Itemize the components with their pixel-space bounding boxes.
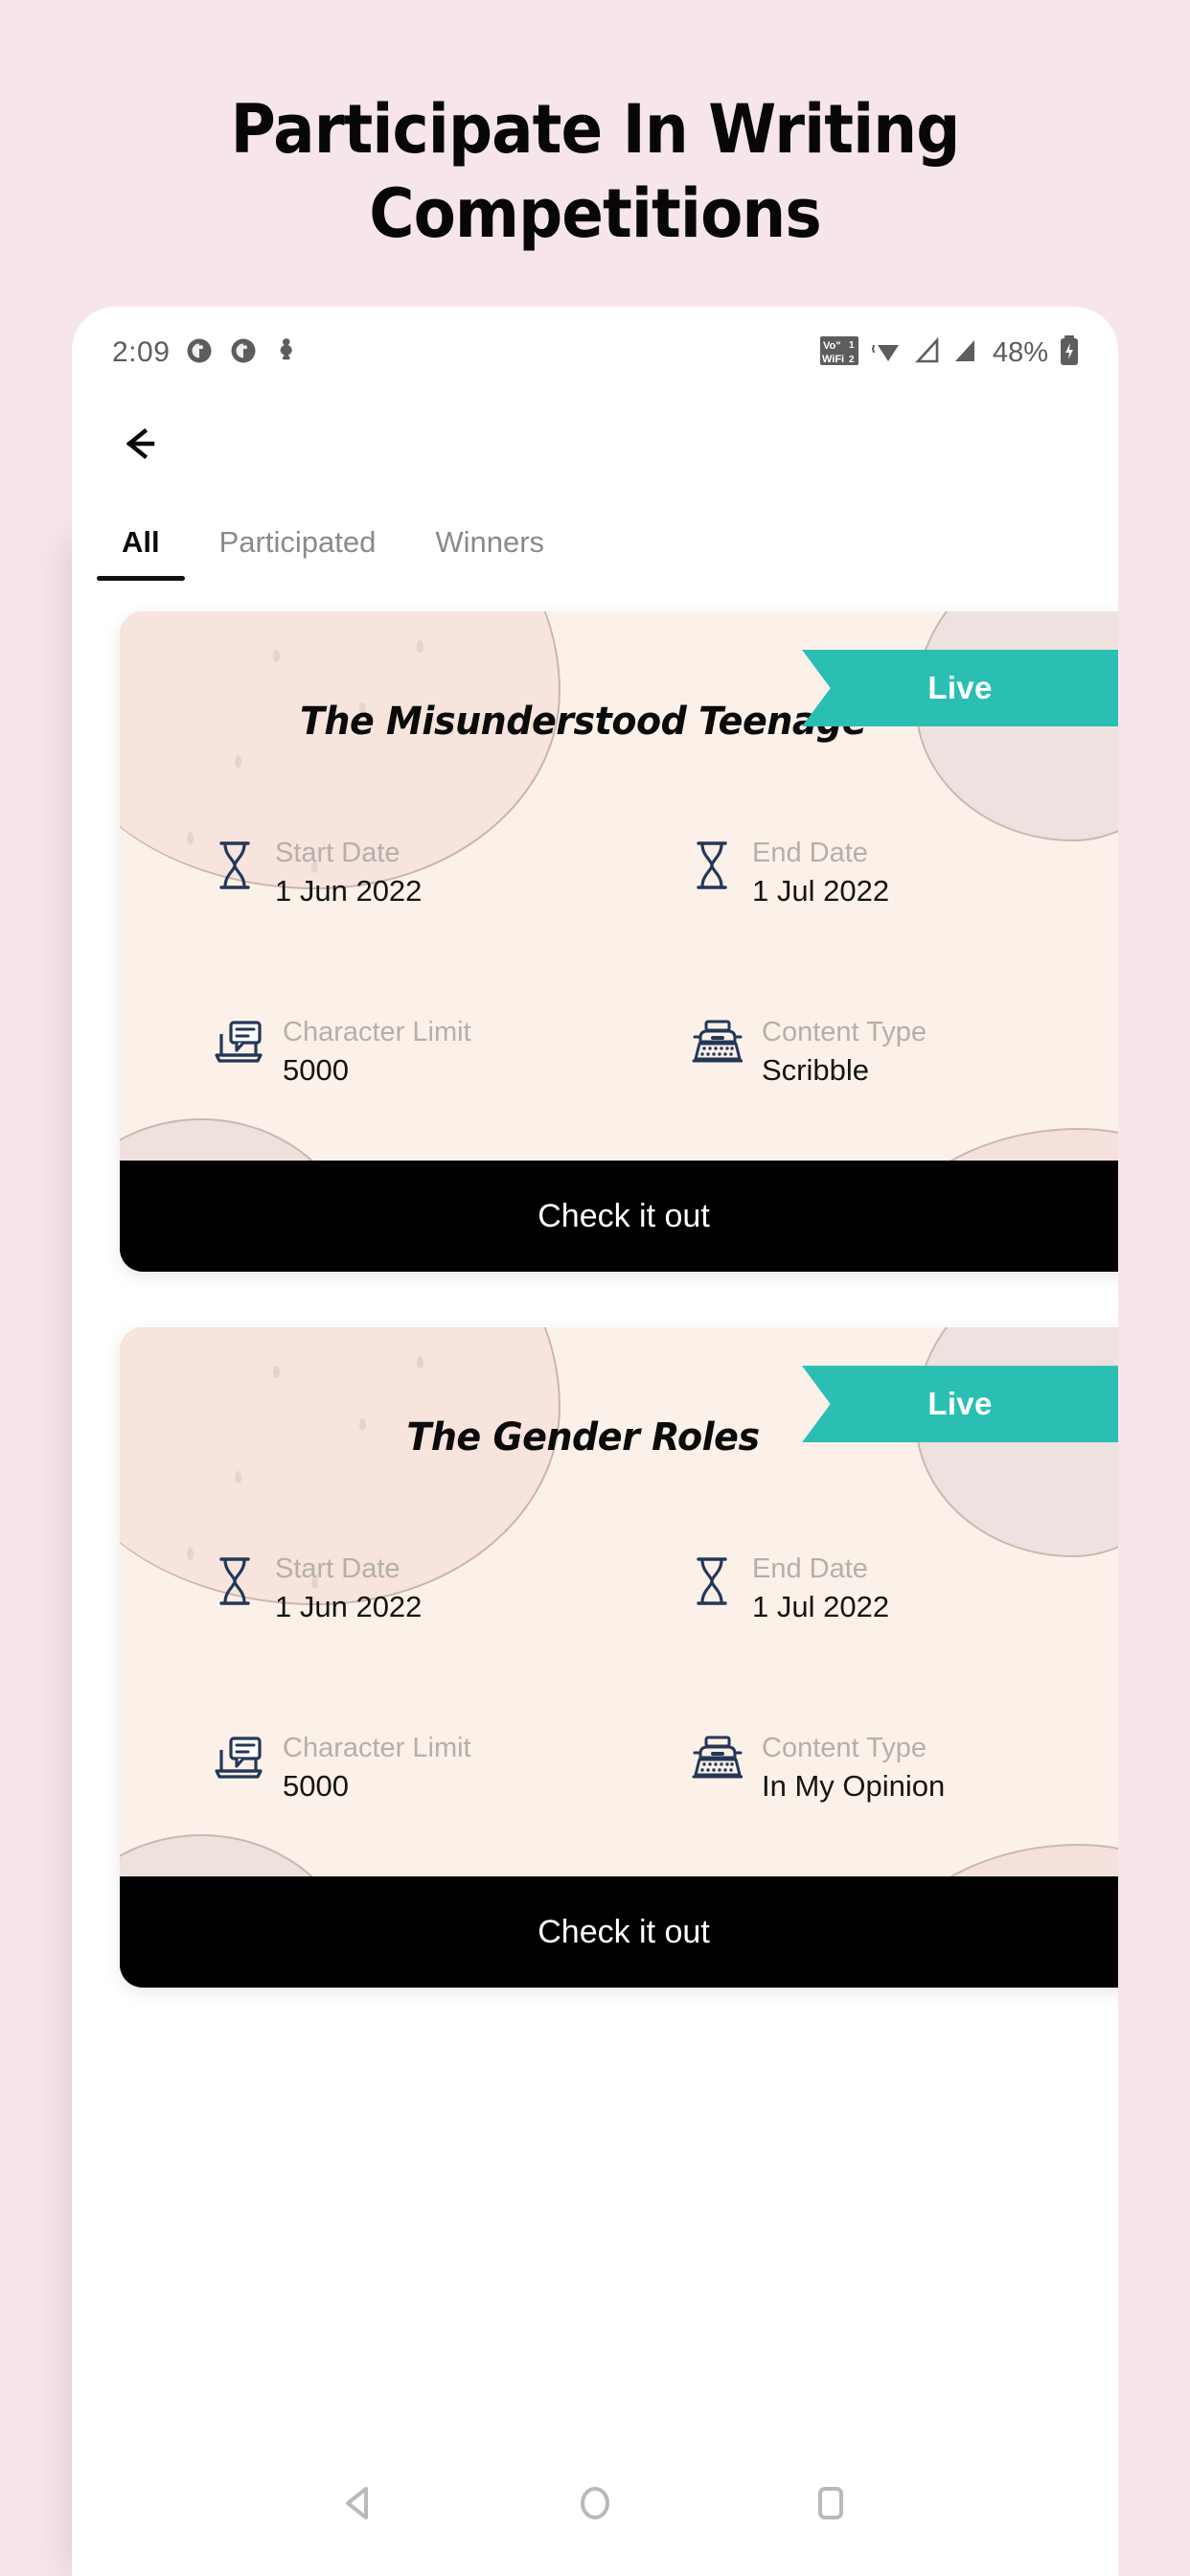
competition-card[interactable]: Live The Gender Roles Start Date 1 Jun 2… <box>72 1327 1118 1989</box>
meta-label: Start Date <box>275 838 400 868</box>
meta-content-type: Content Type In My Opinion <box>666 1731 1118 1806</box>
wifi-icon <box>869 336 904 370</box>
phone-mockup: 2:09 Vo" 1 WiFi 2 48% All Participated W… <box>72 307 1118 2576</box>
meta-value: In My Opinion <box>762 1768 946 1803</box>
svg-text:2: 2 <box>849 355 855 365</box>
hourglass-icon <box>214 840 256 896</box>
laptop-message-icon <box>214 1735 263 1787</box>
typewriter-icon <box>691 1019 744 1071</box>
notification-dot-icon <box>185 336 214 370</box>
app-top-bar <box>72 399 1118 493</box>
tab-participated[interactable]: Participated <box>219 525 377 581</box>
meta-value: 1 Jun 2022 <box>275 874 423 908</box>
signal-2-icon <box>951 336 978 370</box>
laptop-message-icon <box>214 1019 263 1071</box>
signal-1-icon <box>914 336 941 370</box>
meta-end-date: End Date 1 Jul 2022 <box>666 836 1118 911</box>
meta-start-date: Start Date 1 Jun 2022 <box>158 836 666 911</box>
status-badge: Live <box>802 1366 1118 1443</box>
tab-all[interactable]: All <box>97 525 185 581</box>
check-it-out-button[interactable]: Check it out <box>120 1876 1118 1989</box>
svg-text:WiFi: WiFi <box>822 354 844 365</box>
back-button[interactable] <box>118 415 179 476</box>
meta-label: End Date <box>752 838 868 868</box>
status-bar-clock: 2:09 <box>112 336 171 368</box>
android-navigation-bar[interactable] <box>72 2430 1118 2576</box>
meta-label: Character Limit <box>283 1732 471 1763</box>
page-title: Participate In Writing Competitions <box>48 96 1143 247</box>
hourglass-icon <box>691 1555 733 1612</box>
meta-label: Content Type <box>762 1016 927 1047</box>
meta-value: 1 Jul 2022 <box>752 1590 890 1624</box>
triangle-back-icon[interactable] <box>328 2472 391 2535</box>
check-it-out-button[interactable]: Check it out <box>120 1161 1118 1273</box>
circle-home-icon[interactable] <box>563 2472 627 2535</box>
meta-value: 5000 <box>283 1052 349 1087</box>
meta-start-date: Start Date 1 Jun 2022 <box>158 1552 666 1627</box>
meta-value: 1 Jul 2022 <box>752 874 890 908</box>
battery-percent-label: 48% <box>992 336 1048 368</box>
svg-text:1: 1 <box>849 340 855 351</box>
download-icon <box>273 336 300 370</box>
tab-winners[interactable]: Winners <box>435 525 544 581</box>
meta-label: Character Limit <box>283 1016 471 1047</box>
hourglass-icon <box>214 1555 256 1612</box>
vowifi-icon: Vo" 1 WiFi 2 <box>819 334 858 372</box>
meta-content-type: Content Type Scribble <box>666 1015 1118 1091</box>
hourglass-icon <box>691 840 733 896</box>
tab-bar[interactable]: All Participated Winners <box>72 493 1118 581</box>
competition-meta-grid: Start Date 1 Jun 2022 End Date 1 Jul 202… <box>120 1460 1118 1806</box>
meta-character-limit: Character Limit 5000 <box>158 1015 666 1091</box>
status-bar: 2:09 Vo" 1 WiFi 2 48% <box>72 307 1118 399</box>
meta-label: End Date <box>752 1553 868 1585</box>
typewriter-icon <box>691 1735 744 1787</box>
check-it-out-label: Check it out <box>538 1913 710 1950</box>
competition-list[interactable]: Live The Misunderstood Teenage Start Dat… <box>72 581 1118 2430</box>
notification-dot-icon <box>229 336 258 370</box>
status-badge: Live <box>802 650 1118 726</box>
meta-value: Scribble <box>762 1052 869 1087</box>
competition-meta-grid: Start Date 1 Jun 2022 End Date 1 Jul 202… <box>120 744 1118 1090</box>
competition-card[interactable]: Live The Misunderstood Teenage Start Dat… <box>72 611 1118 1273</box>
meta-end-date: End Date 1 Jul 2022 <box>666 1552 1118 1627</box>
page-title-line-1: Participate In Writing <box>230 90 961 169</box>
meta-character-limit: Character Limit 5000 <box>158 1731 666 1806</box>
check-it-out-label: Check it out <box>538 1197 710 1234</box>
page-title-line-2: Competitions <box>369 174 821 253</box>
battery-icon <box>1059 334 1080 371</box>
meta-value: 1 Jun 2022 <box>275 1590 423 1624</box>
square-recents-icon[interactable] <box>799 2472 862 2535</box>
meta-label: Start Date <box>275 1553 400 1585</box>
arrow-left-icon <box>124 424 173 469</box>
meta-label: Content Type <box>762 1732 927 1763</box>
meta-value: 5000 <box>283 1768 349 1803</box>
svg-text:Vo": Vo" <box>823 340 840 352</box>
